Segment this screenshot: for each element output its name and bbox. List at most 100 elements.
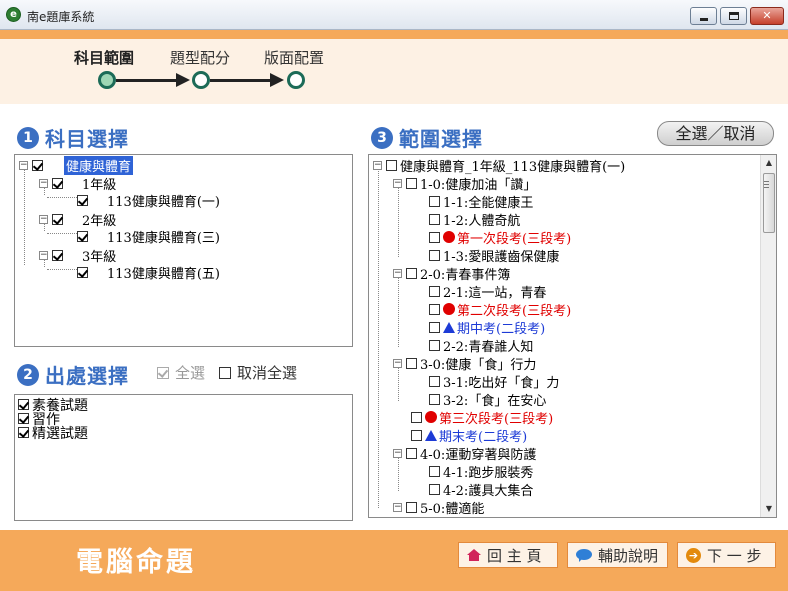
range-tree-lesson[interactable]: 4-2:護具大集合 — [429, 480, 533, 499]
section-number-badge: 2 — [17, 363, 39, 386]
checkbox[interactable] — [406, 447, 417, 459]
tree-item-label: 4-0:運動穿著與防護 — [420, 447, 537, 463]
collapse-icon[interactable]: − — [39, 250, 48, 260]
range-tree-root[interactable]: − 健康與體育_1年級_113健康與體育(一) — [373, 156, 626, 175]
collapse-icon[interactable]: − — [39, 214, 48, 224]
checkbox[interactable] — [157, 366, 169, 379]
scroll-down-icon[interactable]: ▼ — [761, 501, 776, 517]
checkbox[interactable] — [429, 195, 440, 207]
range-tree-lesson[interactable]: 1-1:全能健康王 — [429, 192, 533, 211]
collapse-icon[interactable]: − — [393, 358, 402, 368]
range-tree-exam[interactable]: 第三次段考(三段考) — [411, 408, 553, 427]
range-tree-exam[interactable]: 第二次段考(三段考) — [429, 300, 571, 319]
collapse-icon[interactable]: − — [393, 502, 402, 512]
next-button[interactable]: ➔ 下 一 步 — [677, 542, 776, 568]
range-tree-unit[interactable]: − 3-0:健康「食」行力 — [393, 354, 536, 373]
checkbox[interactable] — [411, 411, 422, 423]
checkbox[interactable] — [429, 393, 440, 405]
step-label-question-types[interactable]: 題型配分 — [170, 47, 230, 68]
deselect-all-sources-checkbox[interactable]: 取消全選 — [219, 362, 297, 383]
footer-title: 電腦命題 — [76, 547, 196, 578]
checkbox[interactable] — [32, 159, 43, 171]
checkbox[interactable] — [52, 249, 63, 261]
range-tree-unit[interactable]: − 2-0:青春事件簿 — [393, 264, 510, 283]
range-tree-panel[interactable]: − 健康與體育_1年級_113健康與體育(一) − 1-0:健康加油「讚」 1-… — [368, 154, 777, 518]
step-label-layout[interactable]: 版面配置 — [264, 47, 324, 68]
red-circle-icon — [443, 231, 455, 243]
tree-connector — [378, 168, 379, 508]
collapse-icon[interactable]: − — [39, 178, 48, 188]
tree-item-label: 113健康與體育(三) — [107, 230, 220, 246]
checkbox[interactable] — [406, 357, 417, 369]
collapse-icon[interactable]: − — [393, 268, 402, 278]
range-tree-lesson[interactable]: 4-1:跑步服裝秀 — [429, 462, 533, 481]
checkbox[interactable] — [429, 375, 440, 387]
tree-item-grade[interactable]: − 2年級 — [39, 210, 116, 229]
collapse-icon[interactable]: − — [393, 448, 402, 458]
range-tree-lesson[interactable]: 1-2:人體奇航 — [429, 210, 520, 229]
help-button[interactable]: 輔助說明 — [567, 542, 668, 568]
tree-item-subject[interactable]: − 健康與體育 — [19, 155, 134, 175]
range-tree-lesson[interactable]: 3-1:吃出好「食」力 — [429, 372, 559, 391]
scroll-up-icon[interactable]: ▲ — [761, 155, 776, 171]
range-tree-unit[interactable]: − 4-0:運動穿著與防護 — [393, 444, 537, 463]
home-button[interactable]: 回 主 頁 — [458, 542, 558, 568]
checkbox[interactable] — [77, 266, 88, 278]
range-tree-lesson[interactable]: 1-3:愛眼護齒保健康 — [429, 246, 559, 265]
checkbox[interactable] — [77, 230, 88, 242]
checkbox[interactable] — [386, 159, 397, 171]
checkbox[interactable] — [429, 483, 440, 495]
range-tree-unit[interactable]: − 5-0:體適能 — [393, 498, 485, 517]
checkbox[interactable] — [406, 501, 417, 513]
maximize-button[interactable] — [720, 7, 747, 25]
checkbox[interactable] — [429, 465, 440, 477]
range-tree-lesson[interactable]: 3-2:「食」在安心 — [429, 390, 546, 409]
checkbox[interactable] — [77, 194, 88, 206]
checkbox[interactable] — [411, 429, 422, 441]
checkbox[interactable] — [406, 177, 417, 189]
tree-item-book[interactable]: 113健康與體育(一) — [77, 191, 220, 210]
checkbox[interactable] — [429, 339, 440, 351]
select-all-sources-checkbox[interactable]: 全選 — [157, 362, 205, 383]
checkbox[interactable] — [52, 213, 63, 225]
range-tree-exam[interactable]: 期中考(二段考) — [429, 318, 545, 337]
collapse-icon[interactable]: − — [393, 178, 402, 188]
checkbox[interactable] — [406, 267, 417, 279]
tree-item-book[interactable]: 113健康與體育(五) — [77, 263, 220, 282]
vertical-scrollbar[interactable]: ▲ ▼ — [760, 155, 776, 517]
range-tree-lesson[interactable]: 2-1:這一站，青春 — [429, 282, 547, 301]
subject-tree-panel[interactable]: − 健康與體育 − 1年級 113健康與體育(一) − 2年級 113健康與體育… — [14, 154, 353, 347]
checkbox[interactable] — [429, 321, 440, 333]
source-list-panel[interactable]: 素養試題 習作 精選試題 — [14, 394, 353, 521]
step-arrow-icon — [176, 73, 190, 87]
checkbox[interactable] — [18, 413, 29, 424]
tree-item-label: 健康與體育_1年級_113健康與體育(一) — [400, 159, 626, 175]
tree-item-label: 2-1:這一站，青春 — [443, 285, 547, 301]
minimize-button[interactable] — [690, 7, 717, 25]
tree-item-book[interactable]: 113健康與體育(三) — [77, 227, 220, 246]
range-tree-lesson[interactable]: 2-2:青春誰人知 — [429, 336, 533, 355]
range-tree-exam[interactable]: 第一次段考(三段考) — [429, 228, 571, 247]
checkbox[interactable] — [429, 285, 440, 297]
checkbox[interactable] — [429, 249, 440, 261]
source-section-header: 2 出處選擇 — [17, 360, 129, 389]
checkbox[interactable] — [429, 213, 440, 225]
checkbox[interactable] — [18, 427, 29, 438]
checkbox[interactable] — [429, 303, 440, 315]
checkbox[interactable] — [52, 177, 63, 189]
checkbox[interactable] — [219, 366, 231, 379]
collapse-icon[interactable]: − — [373, 160, 382, 170]
source-item[interactable]: 精選試題 — [18, 424, 88, 442]
close-button[interactable]: ✕ — [750, 7, 784, 25]
checkbox[interactable] — [429, 231, 440, 243]
range-tree-exam[interactable]: 期末考(二段考) — [411, 426, 527, 445]
toggle-all-button[interactable]: 全選／取消 — [657, 121, 774, 146]
tree-item-label: 5-0:體適能 — [420, 501, 485, 517]
collapse-icon[interactable]: − — [19, 160, 28, 170]
step-label-subject-range[interactable]: 科目範圍 — [74, 47, 134, 68]
tree-item-grade[interactable]: − 1年級 — [39, 174, 116, 193]
range-tree-unit[interactable]: − 1-0:健康加油「讚」 — [393, 174, 536, 193]
checkbox[interactable] — [18, 399, 29, 410]
section-number-badge: 3 — [371, 126, 393, 149]
tree-item-grade[interactable]: − 3年級 — [39, 246, 116, 265]
